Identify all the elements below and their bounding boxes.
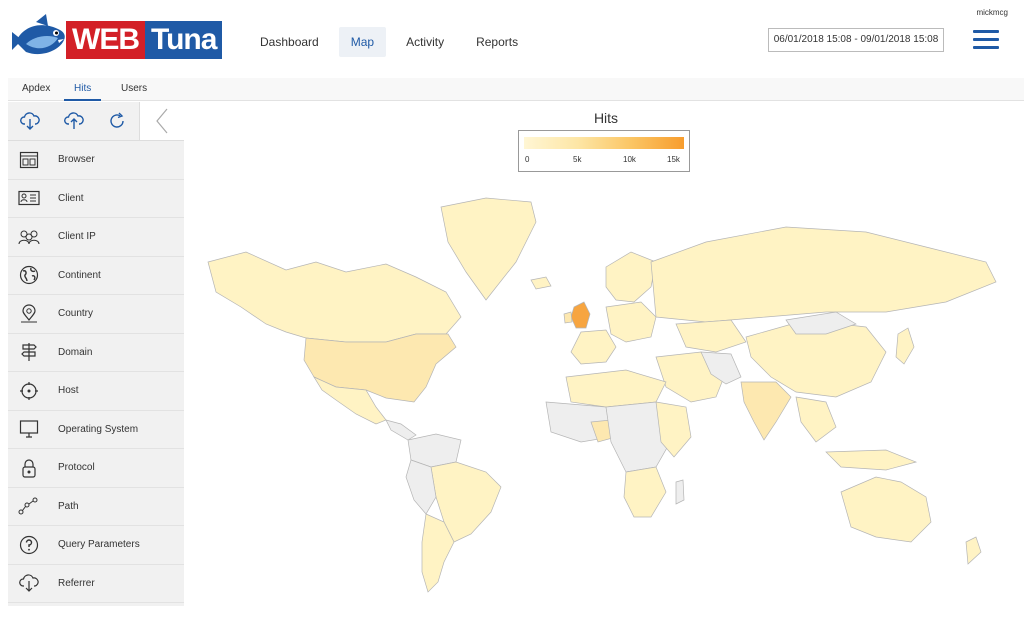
- globe-icon: [8, 265, 50, 285]
- chevron-left-icon[interactable]: [139, 102, 184, 140]
- country-peru-bolivia[interactable]: [405, 459, 437, 515]
- monitor-icon: [8, 419, 50, 439]
- sidebar-item-label: Query Parameters: [58, 539, 140, 551]
- sidebar-item-country[interactable]: Country: [8, 295, 184, 334]
- cloud-download-icon[interactable]: [8, 102, 52, 140]
- sidebar-item-label: Host: [58, 385, 79, 397]
- date-range-picker[interactable]: 06/01/2018 15:08 - 09/01/2018 15:08: [768, 28, 944, 52]
- country-russia[interactable]: [650, 226, 997, 323]
- signpost-icon: [8, 342, 50, 362]
- cloud-referrer-icon: [8, 574, 50, 593]
- country-iceland[interactable]: [530, 276, 552, 290]
- sidebar-item-referrer[interactable]: Referrer: [8, 564, 184, 603]
- country-indonesia[interactable]: [825, 449, 918, 471]
- refresh-icon[interactable]: [96, 102, 140, 140]
- menu-icon[interactable]: [973, 30, 999, 50]
- sidebar-item-label: Browser: [58, 154, 95, 166]
- country-southeast-asia[interactable]: [795, 396, 837, 443]
- client-ip-icon: [8, 229, 50, 245]
- country-uk[interactable]: [570, 301, 591, 329]
- top-bar: WEB Tuna Dashboard Map Activity Reports …: [0, 0, 1024, 78]
- country-new-zealand[interactable]: [965, 536, 982, 565]
- sidebar-item-label: Operating System: [58, 423, 139, 435]
- sidebar-item-label: Continent: [58, 269, 101, 281]
- country-southern-africa[interactable]: [623, 466, 667, 518]
- sidebar-item-client-ip[interactable]: Client IP: [8, 218, 184, 257]
- sidebar-item-client[interactable]: Client: [8, 179, 184, 218]
- country-central-europe[interactable]: [605, 301, 657, 343]
- location-pin-icon: [8, 304, 50, 324]
- tuna-fish-icon: [12, 14, 65, 55]
- target-icon: [8, 381, 50, 401]
- country-central-america[interactable]: [385, 419, 417, 441]
- world-map[interactable]: [186, 102, 1024, 606]
- webtuna-logo[interactable]: WEB Tuna: [12, 14, 223, 64]
- country-scandinavia[interactable]: [605, 251, 657, 303]
- tab-users[interactable]: Users: [121, 78, 147, 99]
- country-ireland[interactable]: [563, 311, 573, 324]
- nav-activity[interactable]: Activity: [394, 27, 456, 57]
- sidebar-item-label: Path: [58, 500, 79, 512]
- sidebar-item-label: Domain: [58, 346, 93, 358]
- sidebar-item-label: Client: [58, 192, 84, 204]
- nav-dashboard[interactable]: Dashboard: [248, 27, 331, 57]
- username[interactable]: mickmcg: [976, 8, 1008, 17]
- country-kazakhstan[interactable]: [675, 319, 747, 353]
- sidebar-item-path[interactable]: Path: [8, 487, 184, 526]
- world-map-panel: Hits 0 5k 10k 15k: [186, 102, 1024, 606]
- country-japan[interactable]: [895, 327, 915, 365]
- tab-hits[interactable]: Hits: [64, 78, 102, 101]
- nav-reports[interactable]: Reports: [464, 27, 530, 57]
- sidebar-item-label: Referrer: [58, 577, 95, 589]
- country-north-africa[interactable]: [565, 369, 667, 408]
- client-icon: [8, 190, 50, 206]
- sidebar-toolbar: [8, 102, 184, 141]
- browser-icon: [8, 151, 50, 169]
- metric-tabs: Apdex Hits Users: [8, 78, 1024, 101]
- nav-map[interactable]: Map: [338, 27, 387, 57]
- country-greenland[interactable]: [440, 197, 537, 301]
- sidebar-item-label: Country: [58, 308, 94, 320]
- sidebar-item-protocol[interactable]: Protocol: [8, 449, 184, 488]
- tab-apdex[interactable]: Apdex: [22, 78, 50, 99]
- sidebar-item-domain[interactable]: Domain: [8, 333, 184, 372]
- dimension-sidebar: Browser Client Client IP Continent Count…: [8, 102, 184, 606]
- sidebar-item-browser[interactable]: Browser: [8, 141, 184, 180]
- sidebar-item-label: Protocol: [58, 462, 95, 474]
- country-canada[interactable]: [207, 251, 462, 343]
- logo-word-web: WEB: [66, 21, 145, 59]
- sidebar-item-label: Client IP: [58, 231, 96, 243]
- cloud-upload-icon[interactable]: [52, 102, 96, 140]
- sidebar-item-operating-system[interactable]: Operating System: [8, 410, 184, 449]
- main-nav: Dashboard Map Activity Reports: [248, 27, 530, 57]
- sidebar-item-continent[interactable]: Continent: [8, 256, 184, 295]
- country-india[interactable]: [740, 381, 792, 441]
- path-icon: [8, 496, 50, 516]
- sidebar-item-query-parameters[interactable]: Query Parameters: [8, 526, 184, 565]
- question-icon: [8, 535, 50, 555]
- sidebar-item-host[interactable]: Host: [8, 372, 184, 411]
- country-madagascar[interactable]: [675, 479, 685, 505]
- lock-icon: [8, 458, 50, 478]
- country-france-spain[interactable]: [570, 329, 617, 365]
- logo-word-tuna: Tuna: [145, 21, 223, 59]
- country-australia[interactable]: [840, 476, 932, 543]
